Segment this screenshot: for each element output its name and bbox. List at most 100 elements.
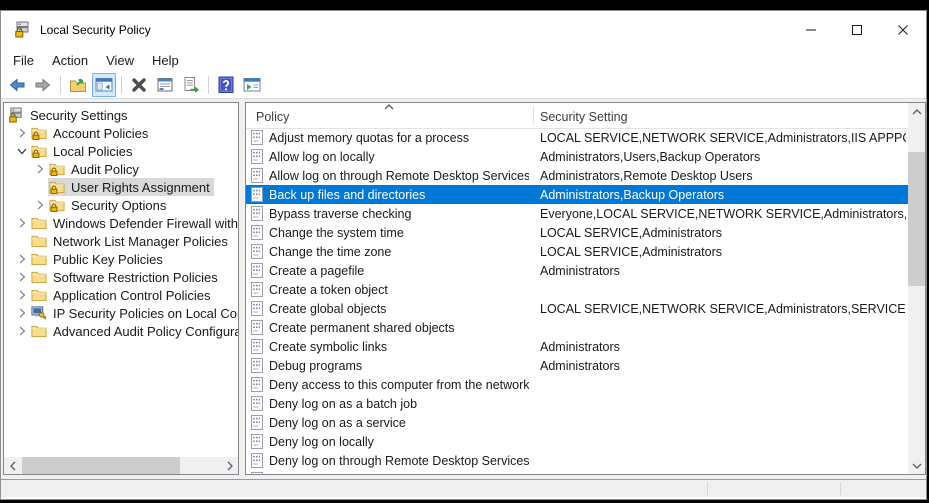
- policy-icon: [251, 453, 264, 468]
- policy-cell: Deny log on as a batch job: [269, 397, 529, 411]
- chevron-right-icon[interactable]: [14, 287, 30, 303]
- policy-list-pane: Policy Security Setting Adjust memory qu…: [245, 102, 926, 475]
- scroll-right-arrow[interactable]: [221, 457, 238, 474]
- list-row[interactable]: Change the system timeLOCAL SERVICE,Admi…: [246, 223, 908, 242]
- tree-item-advanced-audit-policy[interactable]: Advanced Audit Policy Configuration: [4, 322, 238, 340]
- menu-file[interactable]: File: [4, 50, 43, 71]
- folder-icon: [31, 233, 47, 249]
- close-button[interactable]: [880, 11, 926, 48]
- maximize-button[interactable]: [834, 11, 880, 48]
- tree-item-windows-defender-firewall[interactable]: Windows Defender Firewall with Adva: [4, 214, 238, 232]
- list-row[interactable]: Create permanent shared objects: [246, 318, 908, 337]
- show-hide-console-tree-button[interactable]: [92, 73, 116, 97]
- new-window-button[interactable]: [240, 73, 264, 97]
- window-controls: [788, 11, 926, 48]
- menu-help[interactable]: Help: [143, 50, 188, 71]
- tree-item-label: Audit Policy: [71, 162, 139, 177]
- status-separator: [840, 482, 841, 495]
- list-row[interactable]: Allow log on through Remote Desktop Serv…: [246, 166, 908, 185]
- policy-cell: Create symbolic links: [269, 340, 529, 354]
- tree-item-security-settings[interactable]: Security Settings: [4, 106, 238, 124]
- security-console-icon: [8, 107, 24, 123]
- setting-cell: LOCAL SERVICE,Administrators: [540, 226, 906, 240]
- column-header-policy[interactable]: Policy: [256, 110, 289, 124]
- list-row[interactable]: Deny log on as a batch job: [246, 394, 908, 413]
- folder-lock-icon: [31, 143, 47, 159]
- list-row[interactable]: Allow log on locallyAdministrators,Users…: [246, 147, 908, 166]
- tree-item-software-restriction-policies[interactable]: Software Restriction Policies: [4, 268, 238, 286]
- list-row[interactable]: Create global objectsLOCAL SERVICE,NETWO…: [246, 299, 908, 318]
- tree-item-application-control-policies[interactable]: Application Control Policies: [4, 286, 238, 304]
- toolbar-separator: [121, 76, 122, 94]
- tree-item-security-options[interactable]: Security Options: [4, 196, 238, 214]
- menu-action[interactable]: Action: [43, 50, 97, 71]
- list-row[interactable]: Bypass traverse checkingEveryone,LOCAL S…: [246, 204, 908, 223]
- sort-ascending-icon: [384, 104, 394, 110]
- column-divider[interactable]: [533, 106, 534, 125]
- properties-button[interactable]: [153, 73, 177, 97]
- horizontal-scroll-thumb[interactable]: [22, 457, 180, 474]
- vertical-scroll-thumb[interactable]: [908, 152, 925, 286]
- chevron-right-icon[interactable]: [14, 215, 30, 231]
- tree-expander-spacer: [14, 233, 30, 249]
- policy-icon: [251, 301, 264, 316]
- list-vertical-scrollbar[interactable]: [908, 103, 925, 474]
- list-row[interactable]: Adjust memory quotas for a processLOCAL …: [246, 128, 908, 147]
- tree-horizontal-scrollbar[interactable]: [4, 457, 238, 474]
- chevron-right-icon[interactable]: [14, 251, 30, 267]
- folder-lock-icon: [49, 179, 65, 195]
- setting-cell: Administrators: [540, 264, 906, 278]
- list-row[interactable]: Change the time zoneLOCAL SERVICE,Admini…: [246, 242, 908, 261]
- policy-cell: Change the time zone: [269, 245, 529, 259]
- scroll-left-arrow[interactable]: [4, 457, 21, 474]
- tree-item-ip-security-policies[interactable]: IP Security Policies on Local Compute: [4, 304, 238, 322]
- maximize-icon: [852, 25, 862, 35]
- chevron-right-icon[interactable]: [14, 125, 30, 141]
- list-row[interactable]: Debug programsAdministrators: [246, 356, 908, 375]
- column-header-security-setting[interactable]: Security Setting: [540, 110, 628, 124]
- console-tree-pane: Security Settings Account Policies Local…: [3, 102, 239, 475]
- list-row[interactable]: Create a token object: [246, 280, 908, 299]
- tree-item-label: Application Control Policies: [53, 288, 211, 303]
- forward-button[interactable]: [31, 73, 55, 97]
- folder-icon: [31, 287, 47, 303]
- back-button[interactable]: [5, 73, 29, 97]
- chevron-right-icon[interactable]: [32, 197, 48, 213]
- scroll-up-arrow[interactable]: [908, 103, 925, 120]
- policy-icon: [251, 225, 264, 240]
- tree-item-local-policies[interactable]: Local Policies: [4, 142, 238, 160]
- setting-cell: Administrators,Users,Backup Operators: [540, 150, 906, 164]
- chevron-down-icon[interactable]: [14, 143, 30, 159]
- tree-item-label: Security Settings: [30, 108, 128, 123]
- policy-icon: [251, 358, 264, 373]
- list-row[interactable]: Create a pagefileAdministrators: [246, 261, 908, 280]
- list-row[interactable]: Deny log on as a service: [246, 413, 908, 432]
- chevron-right-icon[interactable]: [14, 323, 30, 339]
- list-row[interactable]: Deny log on through Remote Desktop Servi…: [246, 451, 908, 470]
- scroll-down-arrow[interactable]: [908, 457, 925, 474]
- chevron-right-icon[interactable]: [14, 305, 30, 321]
- tree-item-audit-policy[interactable]: Audit Policy: [4, 160, 238, 178]
- tree-item-user-rights-assignment[interactable]: User Rights Assignment: [4, 178, 238, 196]
- tree-item-account-policies[interactable]: Account Policies: [4, 124, 238, 142]
- policy-icon: [251, 339, 264, 354]
- menu-view[interactable]: View: [97, 50, 143, 71]
- list-row-partial[interactable]: [246, 470, 908, 474]
- tree-item-network-list-manager-policies[interactable]: Network List Manager Policies: [4, 232, 238, 250]
- tree-item-public-key-policies[interactable]: Public Key Policies: [4, 250, 238, 268]
- list-row-selected[interactable]: Back up files and directoriesAdministrat…: [246, 185, 908, 204]
- help-button[interactable]: [214, 73, 238, 97]
- list-row[interactable]: Create symbolic linksAdministrators: [246, 337, 908, 356]
- list-row[interactable]: Deny log on locally: [246, 432, 908, 451]
- delete-button[interactable]: [127, 73, 151, 97]
- minimize-button[interactable]: [788, 11, 834, 48]
- export-list-button[interactable]: [179, 73, 203, 97]
- chevron-right-icon[interactable]: [14, 269, 30, 285]
- tree-item-label: IP Security Policies on Local Compute: [53, 306, 238, 321]
- title-bar[interactable]: Local Security Policy: [1, 11, 926, 48]
- chevron-right-icon[interactable]: [32, 161, 48, 177]
- tree-item-label: Network List Manager Policies: [53, 234, 228, 249]
- policy-icon: [251, 396, 264, 411]
- export-button[interactable]: [66, 73, 90, 97]
- list-row[interactable]: Deny access to this computer from the ne…: [246, 375, 908, 394]
